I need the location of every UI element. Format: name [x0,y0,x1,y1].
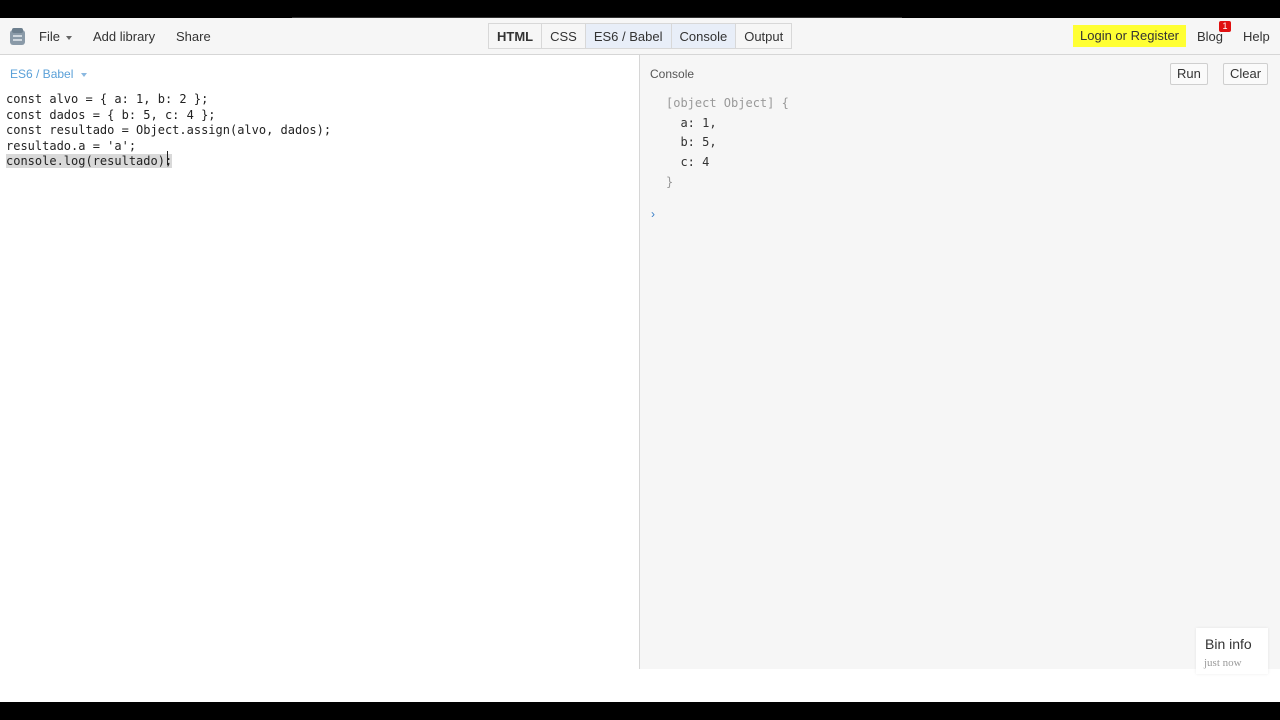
file-menu[interactable]: File [39,18,72,54]
top-letterbox [0,0,1280,19]
code-line-selected: console.log(resultado); [6,154,173,169]
code-line: resultado.a = 'a'; [6,138,137,153]
bin-info-title: Bin info [1205,636,1252,652]
tab-console[interactable]: Console [671,23,737,49]
panel-tabs: HTML CSS ES6 / Babel Console Output [488,23,793,49]
js-editor-panel[interactable]: ES6 / Babel const alvo = { a: 1, b: 2 };… [0,55,639,669]
code-editor[interactable]: const alvo = { a: 1, b: 2 }; const dados … [6,92,331,170]
tab-html[interactable]: HTML [488,23,543,49]
help-link[interactable]: Help [1243,18,1270,54]
editor-language-selector[interactable]: ES6 / Babel [10,67,88,81]
tab-css[interactable]: CSS [542,23,586,49]
bottom-letterbox [0,702,1280,720]
bin-info-timestamp: just now [1204,657,1242,669]
console-output-line: } [666,174,674,189]
code-line: const dados = { b: 5, c: 4 }; [6,107,216,122]
console-output-line: a: 1, [666,115,717,130]
clear-button[interactable]: Clear [1223,63,1269,85]
console-prompt-icon[interactable]: › [651,207,655,221]
text-cursor [167,151,168,165]
tab-output[interactable]: Output [736,23,793,49]
tab-es6-babel[interactable]: ES6 / Babel [585,23,672,49]
editor-language-label: ES6 / Babel [10,67,74,81]
chevron-down-icon [81,72,88,77]
jsbin-app: File Add library Share HTML CSS ES6 / Ba… [0,18,1280,702]
code-line: const alvo = { a: 1, b: 2 }; [6,92,209,106]
run-button[interactable]: Run [1170,63,1208,85]
jsbin-logo-icon[interactable] [9,27,26,46]
console-output-line: c: 4 [666,155,710,170]
chevron-down-icon [65,35,72,40]
toolbar: File Add library Share HTML CSS ES6 / Ba… [0,18,1280,55]
blog-notification-badge: 1 [1219,21,1231,32]
add-library-button[interactable]: Add library [93,18,155,54]
login-register-button[interactable]: Login or Register [1073,25,1186,47]
console-panel-title: Console [650,67,695,81]
console-output-line: [object Object] { [666,96,789,110]
share-button[interactable]: Share [176,18,211,54]
console-panel: Console Run Clear [object Object] { a: 1… [640,55,1280,669]
bin-info-panel[interactable]: Bin info just now [1196,628,1268,674]
code-line: const resultado = Object.assign(alvo, da… [6,123,332,138]
file-menu-label: File [39,29,60,44]
console-output: [object Object] { a: 1, b: 5, c: 4} [666,94,789,193]
console-output-line: b: 5, [666,135,717,150]
